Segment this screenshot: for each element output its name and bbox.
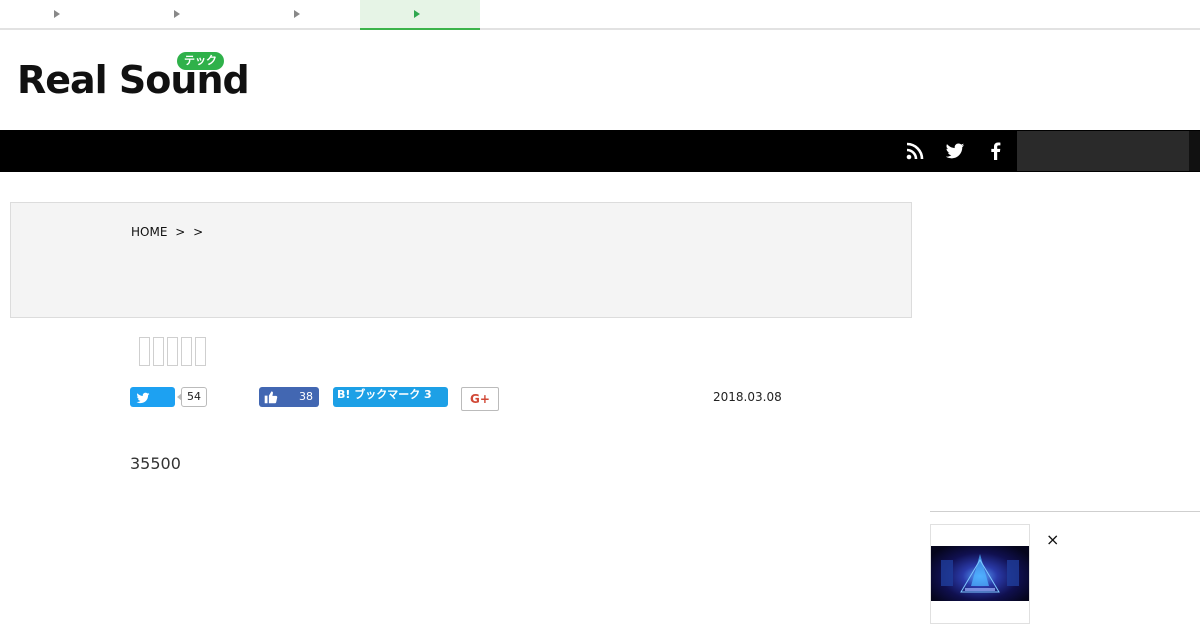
google-plus-button[interactable]: G+: [461, 387, 499, 411]
post-date: 2018.03.08: [713, 390, 782, 404]
facebook-like-button[interactable]: 38: [259, 387, 319, 407]
missing-glyph: [139, 337, 150, 366]
twitter-icon: [136, 390, 150, 409]
facebook-icon[interactable]: [986, 141, 1006, 161]
top-tab-1[interactable]: [0, 0, 120, 30]
site-logo[interactable]: Real Sound テック: [17, 52, 250, 104]
search-button[interactable]: [1189, 131, 1200, 171]
twitter-icon[interactable]: [945, 141, 965, 161]
twitter-share-button[interactable]: [130, 387, 175, 407]
top-tab-3[interactable]: [240, 0, 360, 30]
thumbs-up-icon: [264, 390, 278, 411]
main-navbar: [0, 130, 1200, 172]
article-title: [139, 337, 209, 367]
top-tab-2[interactable]: [120, 0, 240, 30]
popup-thumbnail-image[interactable]: [931, 546, 1029, 601]
logo-badge: テック: [177, 52, 224, 70]
popup-thumbnail-frame[interactable]: [930, 524, 1030, 624]
recommend-popup: ×: [930, 511, 1200, 630]
facebook-like-count: 38: [299, 390, 313, 403]
article-body-text: 35500: [130, 454, 181, 473]
missing-glyph: [153, 337, 164, 366]
play-arrow-icon: [294, 10, 300, 18]
breadcrumb-panel: HOME > >: [10, 202, 912, 318]
top-tab-strip: [0, 0, 1200, 30]
rss-icon[interactable]: [905, 141, 925, 161]
breadcrumb: HOME > >: [131, 225, 207, 239]
breadcrumb-home-link[interactable]: HOME: [131, 225, 167, 239]
play-arrow-icon: [174, 10, 180, 18]
twitter-share-count: 54: [177, 387, 207, 407]
breadcrumb-separator: >: [175, 225, 186, 239]
top-tab-4-active[interactable]: [360, 0, 480, 30]
play-arrow-icon: [54, 10, 60, 18]
hatena-bookmark-button[interactable]: B! ブックマーク 3: [333, 387, 448, 407]
play-arrow-icon: [414, 10, 420, 18]
missing-glyph: [181, 337, 192, 366]
missing-glyph: [167, 337, 178, 366]
missing-glyph: [195, 337, 206, 366]
search-input[interactable]: [1017, 131, 1189, 171]
close-icon[interactable]: ×: [1046, 530, 1059, 549]
breadcrumb-separator: >: [193, 225, 204, 239]
